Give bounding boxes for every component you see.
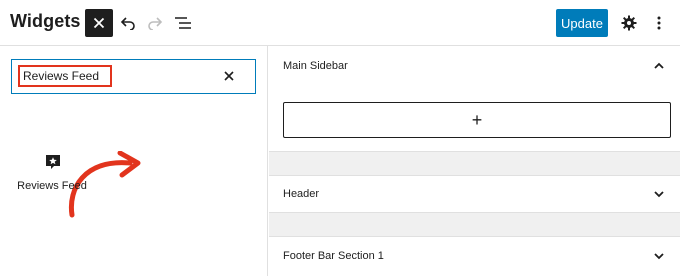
widget-area-title: Footer Bar Section 1 [283,250,384,262]
more-vertical-icon [657,16,661,30]
block-search-input[interactable] [18,65,112,87]
redo-icon [148,17,163,30]
widget-area-title: Header [283,188,320,200]
chevron-down-icon[interactable] [652,187,666,201]
block-inserter-panel: Reviews Feed [0,46,268,276]
chevron-down-icon[interactable] [652,249,666,263]
widget-area-main-sidebar: Main Sidebar + [269,46,680,152]
block-search-box [11,59,256,94]
widget-area-title: Main Sidebar [283,60,348,72]
list-view-icon [175,17,191,29]
block-result-reviews-feed[interactable]: Reviews Feed [14,146,94,206]
gear-icon [621,15,637,31]
redo-button[interactable] [143,11,167,35]
plus-icon: + [471,110,483,130]
list-view-button[interactable] [171,11,195,35]
settings-button[interactable] [617,11,641,35]
close-icon [93,17,105,29]
close-inserter-button[interactable] [85,9,113,37]
widget-areas-panel: Main Sidebar + Header Footer Bar Section… [269,46,680,276]
clear-search-button[interactable] [219,66,239,86]
page-title: Widgets [10,11,81,31]
widget-area-footer-bar-section-1[interactable]: Footer Bar Section 1 [269,236,680,276]
options-menu-button[interactable] [647,11,671,35]
block-result-label: Reviews Feed [17,180,87,192]
add-block-button[interactable]: + [283,102,671,138]
update-button[interactable]: Update [556,9,608,37]
review-star-icon [46,155,60,169]
top-toolbar: Widgets Update [0,0,680,46]
widget-area-header[interactable]: Header [269,175,680,213]
undo-button[interactable] [116,11,140,35]
undo-icon [120,17,135,30]
chevron-up-icon[interactable] [652,59,666,73]
close-icon [224,71,234,81]
